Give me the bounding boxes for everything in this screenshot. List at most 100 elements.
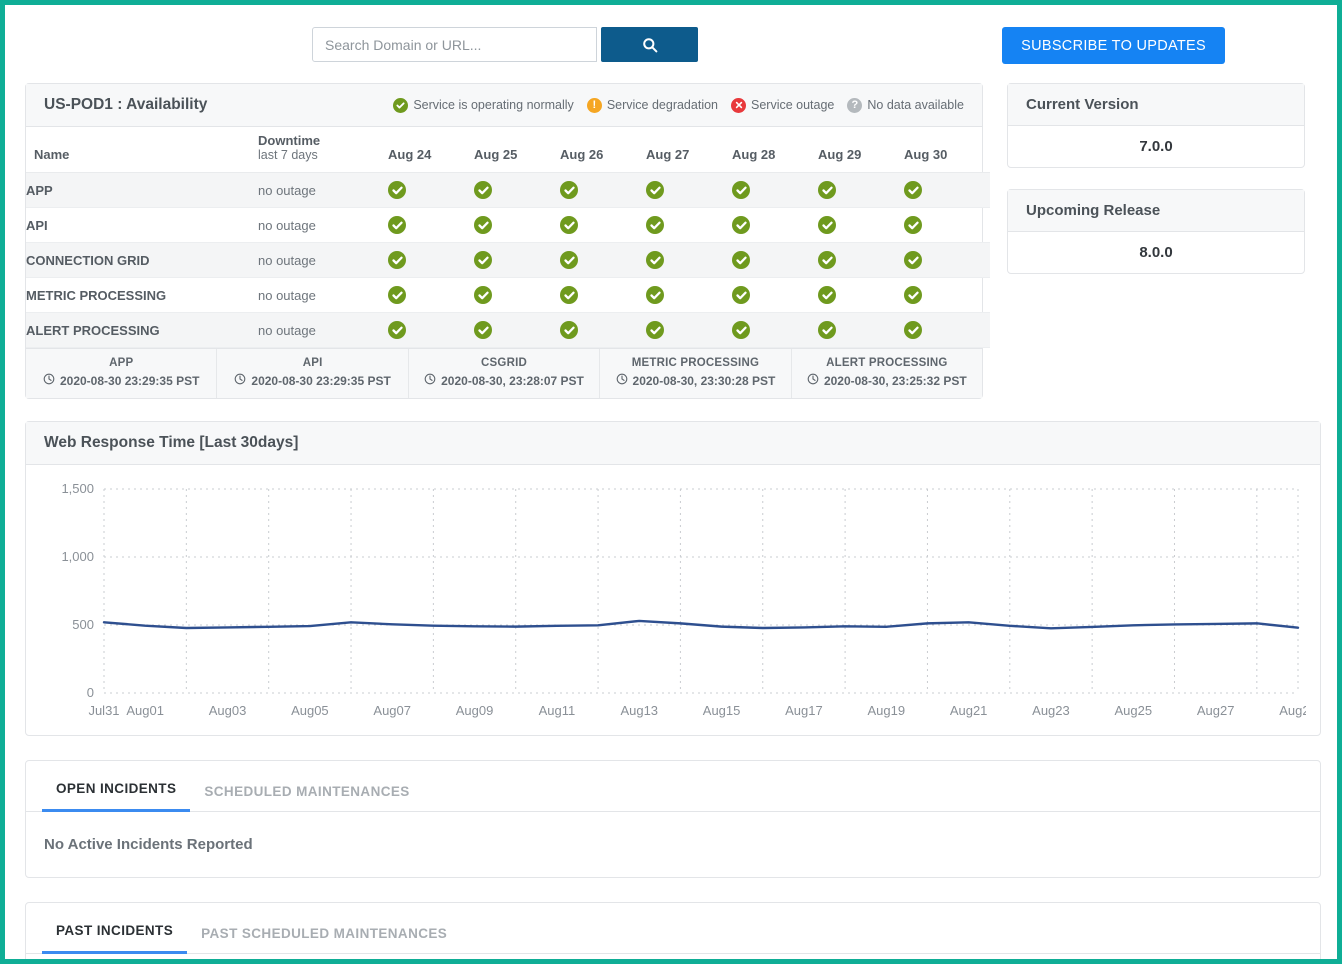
- downtime-cell: no outage: [258, 277, 388, 313]
- status-cell-4: [732, 277, 818, 313]
- status-cell-3: [646, 277, 732, 313]
- status-cell-5: [818, 277, 904, 313]
- legend-item-no-data: ? No data available: [847, 97, 964, 113]
- table-row: METRIC PROCESSING no outage: [26, 277, 990, 313]
- x-tick-label: Aug25: [1115, 703, 1153, 718]
- status-cell-3: [646, 242, 732, 278]
- tab-scheduled-maintenances[interactable]: SCHEDULED MAINTENANCES: [190, 784, 423, 812]
- status-ok-icon: [732, 286, 750, 304]
- status-cell-1: [474, 312, 560, 348]
- current-version-title: Current Version: [1008, 84, 1304, 126]
- clock-icon: [424, 373, 436, 388]
- search-input[interactable]: [312, 27, 597, 62]
- x-tick-label: Aug09: [456, 703, 494, 718]
- status-ok-icon: [388, 286, 406, 304]
- timestamp-value: 2020-08-30, 23:28:07 PST: [413, 373, 595, 388]
- status-ok-icon: [904, 181, 922, 199]
- search-button[interactable]: [601, 27, 698, 62]
- timestamp-value: 2020-08-30 23:29:35 PST: [221, 373, 403, 388]
- status-ok-icon: [474, 251, 492, 269]
- status-ok-icon: [560, 216, 578, 234]
- column-header-date-1: Aug 25: [474, 127, 560, 173]
- status-ok-icon: [646, 286, 664, 304]
- status-ok-icon: [474, 181, 492, 199]
- status-cell-5: [818, 172, 904, 208]
- tab-past-incidents[interactable]: PAST INCIDENTS: [42, 923, 188, 954]
- clock-icon: [43, 373, 55, 388]
- column-header-date-4: Aug 28: [732, 127, 818, 173]
- column-header-date-0: Aug 24: [388, 127, 474, 173]
- x-tick-label: Aug03: [209, 703, 247, 718]
- status-cell-4: [732, 312, 818, 348]
- column-header-date-5: Aug 29: [818, 127, 904, 173]
- question-circle-icon: ?: [847, 97, 863, 113]
- status-cell-1: [474, 277, 560, 313]
- x-tick-label: Aug05: [291, 703, 329, 718]
- status-ok-icon: [474, 321, 492, 339]
- legend-item-operating: Service is operating normally: [393, 97, 574, 113]
- service-timestamp-cell: METRIC PROCESSING 2020-08-30, 23:30:28 PS…: [600, 349, 792, 398]
- tab-open-incidents[interactable]: OPEN INCIDENTS: [42, 781, 191, 812]
- service-name-cell: ALERT PROCESSING: [26, 312, 258, 348]
- legend-label-outage: Service outage: [751, 98, 835, 112]
- service-timestamps-row: APP 2020-08-30 23:29:35 PST API 2020-08-30 …: [26, 348, 982, 398]
- upcoming-release-card: Upcoming Release 8.0.0: [1007, 189, 1305, 274]
- timestamp-service-name: API: [302, 357, 323, 369]
- timestamp-value: 2020-08-30 23:29:35 PST: [30, 373, 212, 388]
- status-ok-icon: [818, 286, 836, 304]
- legend-label-degradation: Service degradation: [606, 98, 718, 112]
- status-cell-0: [388, 172, 474, 208]
- legend-label-no-data: No data available: [867, 98, 964, 112]
- status-ok-icon: [818, 321, 836, 339]
- tab-past-scheduled-maintenances[interactable]: PAST SCHEDULED MAINTENANCES: [187, 926, 461, 954]
- x-tick-label: Aug15: [703, 703, 741, 718]
- status-ok-icon: [474, 216, 492, 234]
- downtime-title: Downtime: [258, 133, 321, 148]
- status-cell-5: [818, 207, 904, 243]
- downtime-cell: no outage: [258, 207, 388, 243]
- status-cell-1: [474, 242, 560, 278]
- chart-title: Web Response Time [Last 30days]: [44, 434, 299, 451]
- status-cell-4: [732, 207, 818, 243]
- open-incidents-body: No Active Incidents Reported: [26, 812, 1320, 877]
- status-ok-icon: [560, 321, 578, 339]
- x-tick-label: Aug13: [620, 703, 658, 718]
- service-timestamp-cell: APP 2020-08-30 23:29:35 PST: [26, 349, 218, 398]
- no-active-incidents-message: No Active Incidents Reported: [44, 836, 253, 853]
- downtime-subtitle: last 7 days: [258, 148, 318, 162]
- status-ok-icon: [388, 251, 406, 269]
- x-tick-label: Aug11: [539, 703, 576, 718]
- open-incidents-panel: OPEN INCIDENTS SCHEDULED MAINTENANCES No…: [25, 760, 1321, 878]
- status-ok-icon: [732, 251, 750, 269]
- table-row: ALERT PROCESSING no outage: [26, 312, 990, 348]
- status-ok-icon: [388, 321, 406, 339]
- status-cell-2: [560, 172, 646, 208]
- status-ok-icon: [560, 181, 578, 199]
- timestamp-service-name: ALERT PROCESSING: [826, 357, 948, 369]
- status-ok-icon: [732, 216, 750, 234]
- downtime-cell: no outage: [258, 242, 388, 278]
- status-cell-4: [732, 242, 818, 278]
- status-cell-2: [560, 242, 646, 278]
- status-cell-4: [732, 172, 818, 208]
- page-content: US-POD1 : Availability Service is operat…: [5, 83, 1337, 959]
- web-response-time-card: Web Response Time [Last 30days] 0 500 1,00…: [25, 421, 1321, 736]
- service-timestamp-cell: ALERT PROCESSING 2020-08-30, 23:25:32 PST: [792, 349, 982, 398]
- availability-table: Name Downtime last 7 days Aug 24 Aug 25 …: [26, 127, 990, 348]
- response-time-line-chart: 0 500 1,000 1,500 Jul31 Aug01 Aug03 Aug05 Aug07 A…: [61, 481, 1306, 718]
- right-column: Current Version 7.0.0 Upcoming Release 8…: [1007, 83, 1305, 295]
- status-cell-2: [560, 207, 646, 243]
- status-cell-0: [388, 312, 474, 348]
- status-cell-0: [388, 242, 474, 278]
- status-ok-icon: [904, 321, 922, 339]
- status-cell-2: [560, 277, 646, 313]
- page-frame: SUBSCRIBE TO UPDATES US-POD1 : Availabil…: [0, 0, 1342, 964]
- status-ok-icon: [646, 216, 664, 234]
- status-cell-2: [560, 312, 646, 348]
- search-icon: [642, 37, 658, 53]
- subscribe-to-updates-button[interactable]: SUBSCRIBE TO UPDATES: [1002, 27, 1225, 64]
- status-cell-1: [474, 172, 560, 208]
- service-timestamp-cell: CSGRID 2020-08-30, 23:28:07 PST: [409, 349, 601, 398]
- status-ok-icon: [646, 181, 664, 199]
- status-ok-icon: [560, 251, 578, 269]
